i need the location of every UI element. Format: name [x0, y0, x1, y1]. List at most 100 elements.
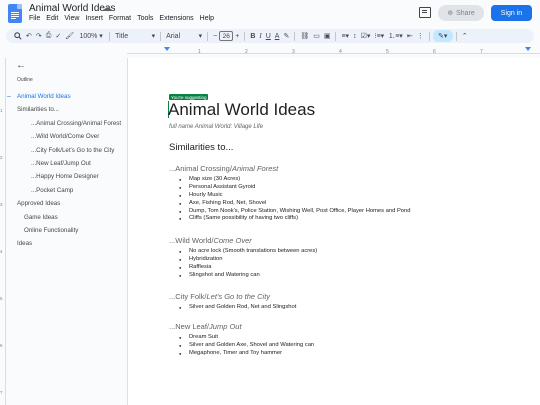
text-color-icon[interactable]: A: [273, 30, 282, 42]
close-outline-icon[interactable]: ←: [16, 60, 26, 71]
menu-bar: File Edit View Insert Format Tools Exten…: [26, 15, 217, 22]
decrease-font-size-button[interactable]: −: [211, 30, 219, 42]
zoom-select[interactable]: 100% ▾: [76, 30, 106, 42]
section-heading[interactable]: Similarities to...: [169, 142, 233, 153]
ruler-tick: 1: [0, 108, 3, 113]
outline-item[interactable]: ...New Leaf/Jump Out: [7, 157, 125, 170]
suggesting-mode-icon[interactable]: ✎▾: [432, 30, 453, 42]
ruler-tick: 5: [0, 296, 3, 301]
list-item[interactable]: Axe, Fishing Rod, Net, Shovel: [169, 200, 410, 208]
list-item[interactable]: Hourly Music: [169, 192, 410, 200]
spellcheck-icon[interactable]: ✓: [53, 30, 63, 42]
bold-icon[interactable]: B: [248, 30, 257, 42]
heading-prefix: ...New Leaf/: [169, 322, 210, 331]
list-item[interactable]: Silver and Golden Axe, Shovel and Wateri…: [169, 342, 314, 350]
style-value: Title: [115, 32, 129, 40]
menu-tools[interactable]: Tools: [134, 15, 156, 22]
list-item[interactable]: Megaphone, Timer and Toy hammer: [169, 350, 314, 358]
decrease-indent-icon[interactable]: ⇤: [405, 30, 415, 42]
menu-insert[interactable]: Insert: [82, 15, 106, 22]
highlight-icon[interactable]: ✎: [281, 30, 291, 42]
increase-font-size-button[interactable]: +: [233, 30, 241, 42]
list-item[interactable]: Slingshot and Watering can: [169, 272, 317, 280]
outline-item[interactable]: ...Animal Crossing/Animal Forest: [7, 117, 125, 130]
toolbar-divider: [335, 31, 337, 41]
outline-item[interactable]: Game Ideas: [7, 211, 125, 224]
paint-format-icon[interactable]: 🖌: [63, 30, 76, 42]
list-item[interactable]: No acre lock (Smooth translations betwee…: [169, 248, 317, 256]
align-icon[interactable]: ≡▾: [339, 30, 351, 42]
more-options-icon[interactable]: ⋮: [415, 30, 426, 42]
add-comment-icon[interactable]: ▭: [311, 30, 322, 42]
ruler-tick: 4: [339, 49, 342, 55]
outline-item[interactable]: Online Functionality: [7, 224, 125, 237]
outline-item[interactable]: – Animal World Ideas: [7, 90, 125, 103]
section-animal-crossing: ...Animal Crossing/Animal Forest Map siz…: [169, 164, 410, 223]
docs-logo-icon[interactable]: [8, 4, 22, 23]
outline-item[interactable]: Approved Ideas: [7, 197, 125, 210]
outline-item[interactable]: Similarities to...: [7, 103, 125, 116]
share-button[interactable]: ⊕ Share: [438, 5, 484, 21]
heading-italic: Animal Forest: [231, 164, 279, 173]
list-item[interactable]: Dump, Tom Nook's, Police Station, Wishin…: [169, 208, 410, 216]
checklist-icon[interactable]: ☑▾: [359, 30, 373, 42]
bulleted-list-icon[interactable]: ⁝≡▾: [372, 30, 386, 42]
subsection-heading[interactable]: ...Animal Crossing/Animal Forest: [169, 164, 410, 176]
globe-icon: ⊕: [447, 10, 454, 17]
menu-help[interactable]: Help: [197, 15, 217, 22]
menu-view[interactable]: View: [61, 15, 82, 22]
list-item[interactable]: Rafflesia: [169, 264, 317, 272]
line-spacing-icon[interactable]: ↕: [351, 30, 359, 42]
document-page[interactable]: You're suggesting Animal World Ideas ful…: [127, 58, 540, 405]
horizontal-ruler[interactable]: 1 2 3 4 5 6 7: [127, 46, 540, 56]
cloud-status-icon[interactable]: ☁: [102, 3, 112, 14]
subsection-heading[interactable]: ...New Leaf/Jump Out: [169, 322, 314, 334]
menu-extensions[interactable]: Extensions: [156, 15, 196, 22]
style-select[interactable]: Title ▾: [113, 30, 157, 42]
font-select[interactable]: Arial ▾: [164, 30, 204, 42]
heading-italic: Jump Out: [209, 322, 242, 331]
toolbar-divider: [207, 31, 209, 41]
search-menus-icon[interactable]: [12, 30, 24, 42]
heading-prefix: ...Wild World/: [169, 236, 214, 245]
redo-icon[interactable]: ↷: [34, 30, 44, 42]
outline-item[interactable]: Ideas: [7, 237, 125, 250]
font-size-input[interactable]: 26: [219, 31, 234, 41]
numbered-list-icon[interactable]: ⒈≡▾: [386, 30, 405, 42]
list-item[interactable]: Map size (30 Acres): [169, 176, 410, 184]
outline-item[interactable]: ...Pocket Camp: [7, 184, 125, 197]
list-item[interactable]: Personal Assistant Gyroid: [169, 184, 410, 192]
undo-icon[interactable]: ↶: [24, 30, 34, 42]
right-indent-marker[interactable]: [525, 47, 531, 51]
subsection-heading[interactable]: ...Wild World/Come Over: [169, 236, 317, 248]
outline-item[interactable]: ...City Folk/Let's Go to the City: [7, 144, 125, 157]
outline-list: – Animal World Ideas Similarities to... .…: [7, 90, 125, 251]
menu-file[interactable]: File: [26, 15, 43, 22]
list-item[interactable]: Silver and Golden Rod, Net and Slingshot: [169, 304, 296, 312]
menu-format[interactable]: Format: [106, 15, 134, 22]
document-heading-title[interactable]: Animal World Ideas: [168, 100, 315, 120]
print-icon[interactable]: ⎙: [44, 30, 54, 42]
list-item[interactable]: Dream Suit: [169, 334, 314, 342]
ruler-tick: 3: [292, 49, 295, 55]
underline-icon[interactable]: U: [264, 30, 273, 42]
toolbar-divider: [428, 31, 430, 41]
heading-prefix: ...City Folk/: [169, 292, 207, 301]
link-icon[interactable]: ⛓: [298, 30, 311, 42]
collapse-menus-icon[interactable]: ⌃: [460, 30, 470, 42]
ruler-line: [127, 53, 540, 54]
left-indent-marker[interactable]: [164, 47, 170, 51]
document-subtitle[interactable]: full name Animal World: Village Life: [169, 124, 263, 130]
subsection-heading[interactable]: ...City Folk/Let's Go to the City: [169, 292, 296, 304]
comment-history-icon[interactable]: [419, 7, 431, 18]
section-city-folk: ...City Folk/Let's Go to the City Silver…: [169, 292, 296, 312]
outline-item[interactable]: ...Wild World/Come Over: [7, 130, 125, 143]
sign-in-button[interactable]: Sign in: [491, 5, 532, 21]
menu-edit[interactable]: Edit: [43, 15, 61, 22]
insert-image-icon[interactable]: ▣: [322, 30, 333, 42]
list-item[interactable]: Cliffs (Same possibility of having two c…: [169, 215, 410, 223]
list-item[interactable]: Hybridization: [169, 256, 317, 264]
toolbar-divider: [160, 31, 162, 41]
outline-item[interactable]: ...Happy Home Designer: [7, 170, 125, 183]
outline-sidebar: ← Outline – Animal World Ideas Similariti…: [7, 58, 125, 405]
